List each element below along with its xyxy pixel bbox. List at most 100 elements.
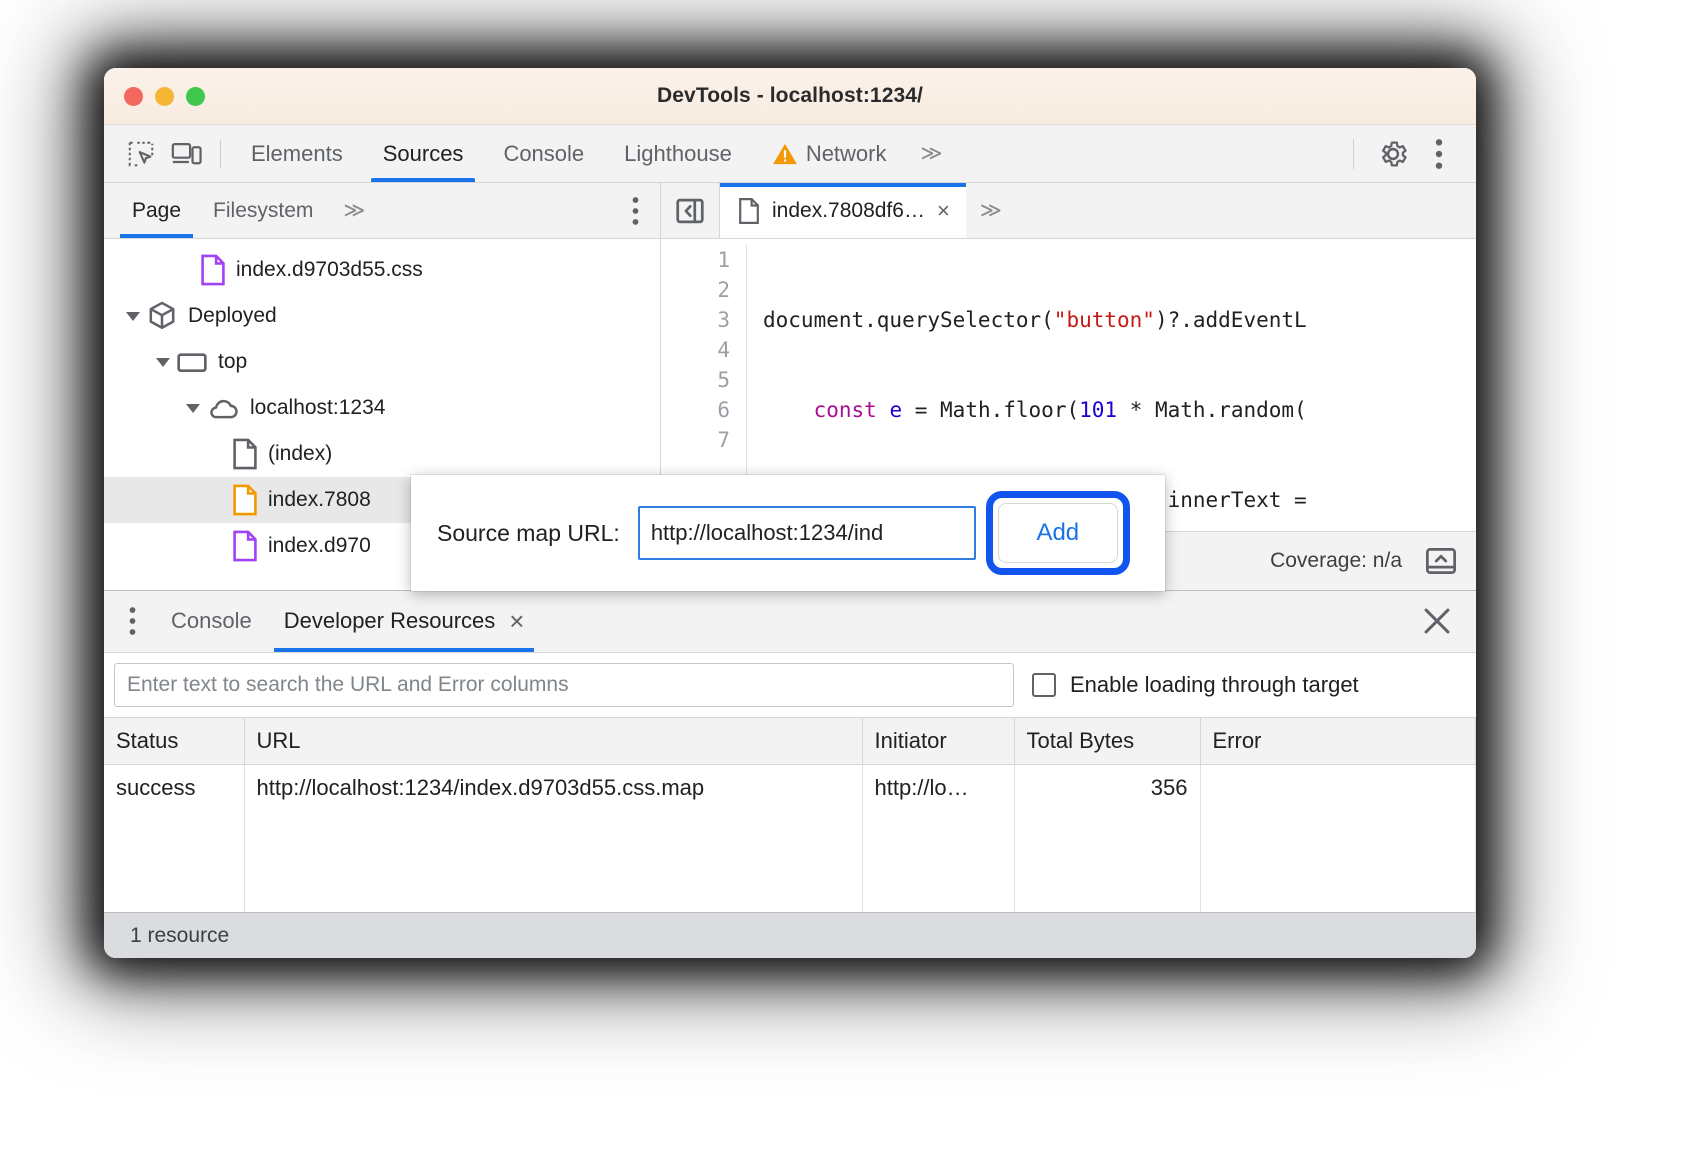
- enable-loading-through-target-label: Enable loading through target: [1070, 672, 1359, 698]
- tab-lighthouse-label: Lighthouse: [624, 141, 732, 167]
- line-number: 1: [661, 245, 730, 275]
- column-header-url[interactable]: URL: [244, 717, 862, 764]
- table-header-row: Status URL Initiator Total Bytes Error: [104, 717, 1476, 764]
- close-drawer-icon[interactable]: [1422, 606, 1476, 636]
- coverage-status-label: Coverage: n/a: [1270, 549, 1402, 573]
- tree-item-deployed[interactable]: Deployed: [104, 293, 660, 339]
- close-icon[interactable]: ×: [509, 606, 524, 637]
- device-toolbar-icon[interactable]: [164, 131, 210, 177]
- search-input[interactable]: Enter text to search the URL and Error c…: [114, 663, 1014, 707]
- navigator-tab-list: Page Filesystem ≫: [104, 183, 660, 239]
- table-header: Status URL Initiator Total Bytes Error: [104, 717, 1476, 764]
- source-map-url-input[interactable]: http://localhost:1234/ind: [638, 506, 976, 560]
- editor-tab-label: index.7808df6…: [772, 199, 925, 223]
- column-header-error[interactable]: Error: [1200, 717, 1476, 764]
- source-map-url-value: http://localhost:1234/ind: [651, 520, 883, 546]
- drawer-tab-bar: Console Developer Resources ×: [104, 591, 1476, 653]
- cell-total-bytes: 356: [1014, 764, 1200, 912]
- cell-status: success: [104, 764, 244, 912]
- enable-loading-through-target-checkbox[interactable]: Enable loading through target: [1032, 672, 1359, 698]
- tab-network[interactable]: Network: [752, 125, 907, 182]
- line-number: 2: [661, 275, 730, 305]
- tree-item-localhost[interactable]: localhost:1234: [104, 385, 660, 431]
- search-input-placeholder: Enter text to search the URL and Error c…: [127, 673, 569, 697]
- developer-resources-table: Status URL Initiator Total Bytes Error s…: [104, 717, 1476, 913]
- line-number: 3: [661, 305, 730, 335]
- tree-item-label: top: [218, 350, 247, 374]
- gear-icon[interactable]: [1370, 131, 1416, 177]
- tree-item-index-html[interactable]: (index): [104, 431, 660, 477]
- add-button-focus-ring: Add: [986, 491, 1130, 575]
- tab-elements[interactable]: Elements: [231, 125, 363, 182]
- column-header-total-bytes[interactable]: Total Bytes: [1014, 717, 1200, 764]
- tree-item-label: index.7808: [268, 488, 371, 512]
- column-header-status[interactable]: Status: [104, 717, 244, 764]
- nav-tab-filesystem-label: Filesystem: [213, 199, 313, 223]
- nav-tab-page[interactable]: Page: [116, 183, 197, 238]
- show-drawer-icon[interactable]: [1424, 546, 1458, 576]
- devtools-main-toolbar: Elements Sources Console Lighthouse: [104, 125, 1476, 183]
- resource-count-status: 1 resource: [104, 912, 1476, 958]
- drawer-tab-developer-resources-label: Developer Resources: [284, 608, 496, 634]
- collapse-sidebar-icon[interactable]: [661, 183, 720, 238]
- screenshot-root: DevTools - localhost:1234/ Elem: [0, 0, 1696, 1172]
- frame-icon: [176, 348, 208, 376]
- more-panels-button[interactable]: ≫: [907, 141, 954, 166]
- tree-item-css-root[interactable]: index.d9703d55.css: [104, 247, 660, 293]
- chevron-down-icon[interactable]: [150, 358, 176, 367]
- chevron-down-icon[interactable]: [180, 404, 206, 413]
- tab-lighthouse[interactable]: Lighthouse: [604, 125, 752, 182]
- table-row[interactable]: success http://localhost:1234/index.d970…: [104, 764, 1476, 912]
- resources-filter-bar: Enter text to search the URL and Error c…: [104, 653, 1476, 717]
- cell-initiator: http://lo…: [862, 764, 1014, 912]
- css-file-icon: [200, 254, 226, 286]
- devtools-drawer: Console Developer Resources × Enter text…: [104, 590, 1476, 959]
- table-body: success http://localhost:1234/index.d970…: [104, 764, 1476, 912]
- drawer-menu-icon[interactable]: [128, 606, 137, 636]
- checkbox-box-icon[interactable]: [1032, 673, 1056, 697]
- tree-item-label: localhost:1234: [250, 396, 385, 420]
- tab-console[interactable]: Console: [483, 125, 604, 182]
- chevron-down-icon[interactable]: [120, 312, 146, 321]
- drawer-tab-console[interactable]: Console: [155, 591, 268, 652]
- editor-tab-index-js[interactable]: index.7808df6… ×: [720, 183, 966, 238]
- tree-item-label: Deployed: [188, 304, 277, 328]
- code-line: const e = Math.floor(101 * Math.random(: [763, 395, 1476, 425]
- nav-tab-page-label: Page: [132, 199, 181, 223]
- document-file-icon: [232, 438, 258, 470]
- column-header-initiator[interactable]: Initiator: [862, 717, 1014, 764]
- drawer-tab-console-label: Console: [171, 608, 252, 634]
- navigator-more-options-icon[interactable]: [631, 196, 660, 226]
- tree-item-label: index.d9703d55.css: [236, 258, 423, 282]
- line-number: 6: [661, 395, 730, 425]
- js-file-icon: [232, 484, 258, 516]
- js-file-icon: [738, 197, 760, 225]
- cloud-icon: [206, 395, 240, 421]
- drawer-tab-developer-resources[interactable]: Developer Resources ×: [268, 591, 541, 652]
- warning-triangle-icon: [772, 142, 798, 166]
- line-number: 5: [661, 365, 730, 395]
- toolbar-right-group: [1337, 131, 1476, 177]
- inspect-element-icon[interactable]: [118, 131, 164, 177]
- tab-sources[interactable]: Sources: [363, 125, 484, 182]
- line-number: 7: [661, 425, 730, 455]
- css-file-icon: [232, 530, 258, 562]
- navigator-more-tabs-button[interactable]: ≫: [329, 198, 376, 223]
- editor-more-tabs-button[interactable]: ≫: [966, 198, 1013, 223]
- cell-url: http://localhost:1234/index.d9703d55.css…: [244, 764, 862, 912]
- kebab-menu-icon[interactable]: [1416, 131, 1462, 177]
- close-icon[interactable]: ×: [937, 198, 950, 224]
- cube-icon: [146, 300, 178, 332]
- editor-tab-bar: index.7808df6… × ≫: [661, 183, 1476, 239]
- tree-item-top[interactable]: top: [104, 339, 660, 385]
- panel-tab-list: Elements Sources Console Lighthouse: [231, 125, 953, 182]
- add-button[interactable]: Add: [998, 503, 1118, 563]
- tab-network-label: Network: [806, 141, 887, 167]
- cell-error: [1200, 764, 1476, 912]
- tree-item-label: index.d970: [268, 534, 371, 558]
- window-title: DevTools - localhost:1234/: [104, 84, 1476, 108]
- source-map-url-label: Source map URL:: [437, 520, 620, 547]
- tab-elements-label: Elements: [251, 141, 343, 167]
- nav-tab-filesystem[interactable]: Filesystem: [197, 183, 329, 238]
- toolbar-divider: [220, 140, 221, 168]
